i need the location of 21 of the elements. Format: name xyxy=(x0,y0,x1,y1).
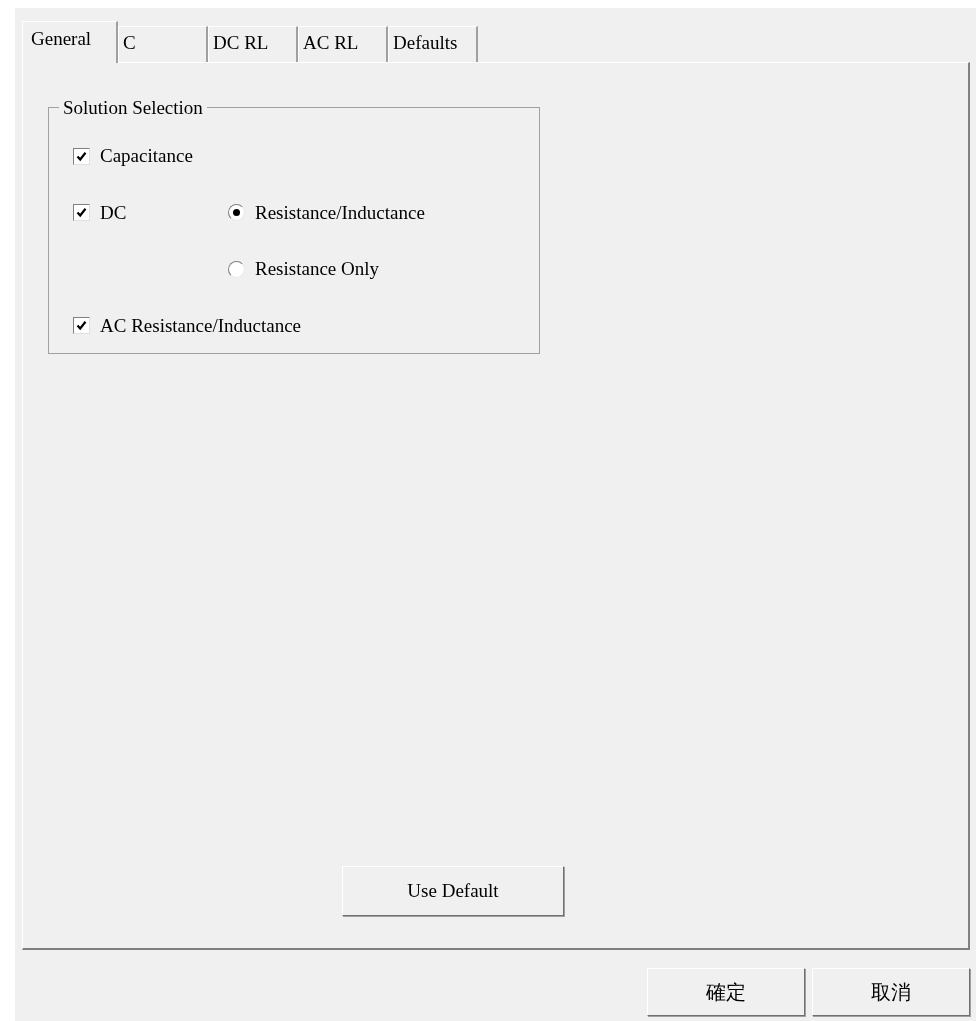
radio-label: Resistance/Inductance xyxy=(255,200,425,225)
tab[interactable]: Defaults xyxy=(388,26,478,62)
checkbox[interactable] xyxy=(73,317,90,335)
radio-button[interactable] xyxy=(228,204,245,222)
radio-button[interactable] xyxy=(228,260,245,278)
checkbox[interactable] xyxy=(73,147,90,165)
dialog-button[interactable]: 確定 xyxy=(647,968,805,1016)
radio-label: Resistance Only xyxy=(255,257,379,281)
tab[interactable]: DC RL xyxy=(208,26,298,62)
tab[interactable]: AC RL xyxy=(298,26,388,62)
tab[interactable]: C xyxy=(118,26,208,62)
tab[interactable]: General xyxy=(22,21,118,63)
checkbox-label: Capacitance xyxy=(100,144,193,168)
check-icon xyxy=(76,320,87,332)
check-icon xyxy=(76,207,87,219)
checkbox-label: AC Resistance/Inductance xyxy=(100,313,301,338)
use-default-button[interactable]: Use Default xyxy=(342,866,564,916)
checkbox[interactable] xyxy=(73,204,90,222)
checkbox-label: DC xyxy=(100,200,127,225)
dialog-button[interactable]: 取消 xyxy=(812,968,970,1016)
check-icon xyxy=(76,150,87,162)
